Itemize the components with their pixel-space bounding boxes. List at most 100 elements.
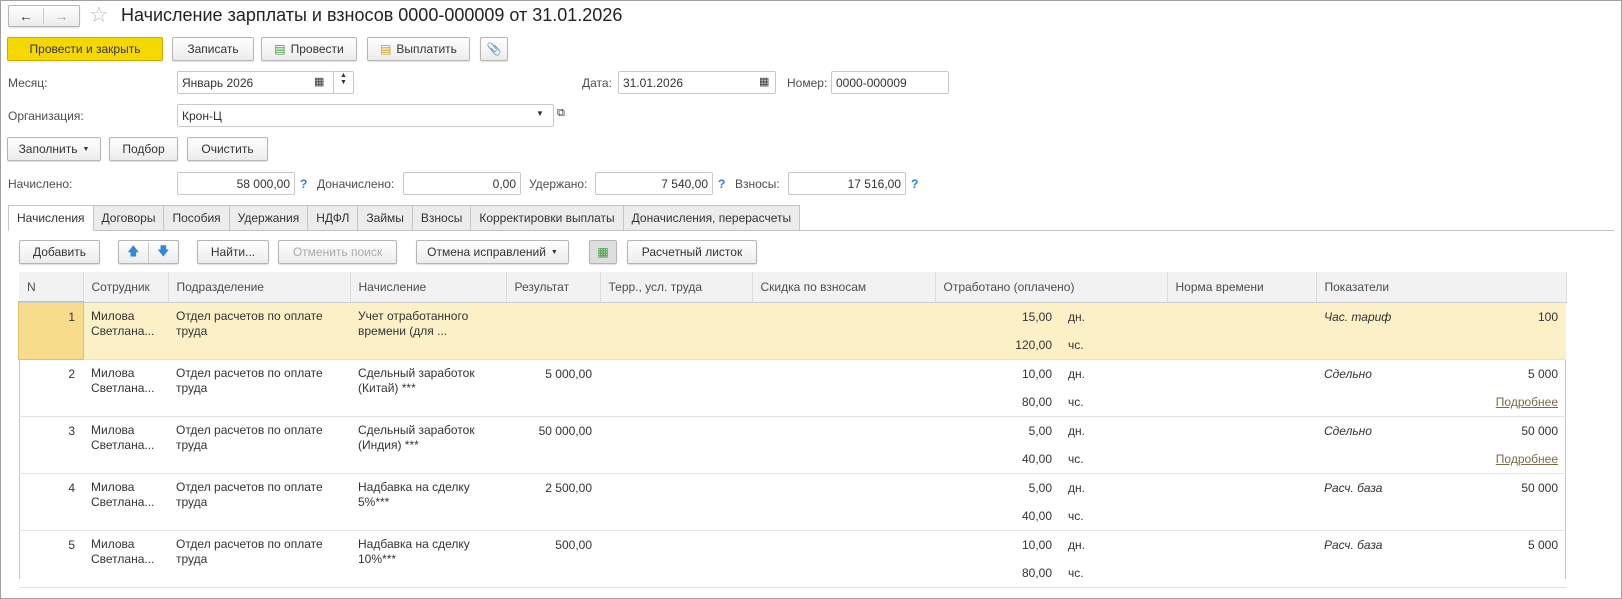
- table-row[interactable]: 1 Милова Светлана... Отдел расчетов по о…: [18, 301, 1567, 360]
- cell-accrual[interactable]: Учет отработанного времени (для ...: [350, 302, 506, 360]
- cell-employee[interactable]: Милова Светлана...: [83, 473, 168, 531]
- cell-accrual[interactable]: Надбавка на сделку 10%***: [350, 530, 506, 588]
- col-n[interactable]: N: [19, 272, 84, 303]
- cell-indicator[interactable]: Расч. база: [1316, 473, 1460, 531]
- cell-employee[interactable]: Милова Светлана...: [83, 530, 168, 588]
- table-row[interactable]: 4 Милова Светлана... Отдел расчетов по о…: [19, 473, 1567, 531]
- cell-discount[interactable]: [752, 416, 935, 474]
- cell-accrual[interactable]: Надбавка на сделку 5%***: [350, 473, 506, 531]
- tab-contributions[interactable]: Взносы: [412, 205, 472, 231]
- tab-payment-corrections[interactable]: Корректировки выплаты: [471, 205, 624, 231]
- more-link[interactable]: Подробнее: [1496, 395, 1558, 409]
- cell-department[interactable]: Отдел расчетов по оплате труда: [168, 473, 350, 531]
- col-employee[interactable]: Сотрудник: [83, 272, 169, 303]
- cell-indicator[interactable]: Сдельно: [1316, 359, 1460, 417]
- cell-result[interactable]: 50 000,00: [506, 416, 600, 474]
- up-icon[interactable]: ▲: [340, 72, 347, 79]
- payslip-button[interactable]: Расчетный листок: [627, 240, 757, 264]
- more-link[interactable]: Подробнее: [1496, 452, 1558, 466]
- col-norm[interactable]: Норма времени: [1167, 272, 1317, 303]
- cell-discount[interactable]: [752, 473, 935, 531]
- month-stepper[interactable]: ▲ ▼: [333, 71, 354, 94]
- cell-worked[interactable]: 5,00 40,00: [935, 473, 1060, 531]
- number-input[interactable]: 0000-000009: [831, 71, 949, 94]
- cell-indicator-value[interactable]: 100: [1460, 302, 1567, 360]
- cell-norm-unit[interactable]: [1250, 359, 1316, 417]
- cell-worked[interactable]: 15,00 120,00: [935, 302, 1060, 360]
- cell-territory[interactable]: [600, 473, 752, 531]
- cell-indicator[interactable]: Сдельно: [1316, 416, 1460, 474]
- cell-worked[interactable]: 10,00 80,00: [935, 530, 1060, 588]
- cell-indicator[interactable]: Час. тариф: [1316, 302, 1460, 360]
- fill-button[interactable]: Заполнить ▼: [7, 137, 101, 161]
- cell-territory[interactable]: [600, 302, 752, 360]
- table-row[interactable]: 5 Милова Светлана... Отдел расчетов по о…: [19, 530, 1567, 588]
- organization-input[interactable]: Крон-Ц: [177, 104, 554, 127]
- cell-norm[interactable]: [1167, 473, 1250, 531]
- cell-territory[interactable]: [600, 359, 752, 417]
- cell-result[interactable]: 2 500,00: [506, 473, 600, 531]
- cell-territory[interactable]: [600, 530, 752, 588]
- cell-norm[interactable]: [1167, 530, 1250, 588]
- tab-loans[interactable]: Займы: [358, 205, 413, 231]
- tab-benefits[interactable]: Пособия: [164, 205, 230, 231]
- col-discount[interactable]: Скидка по взносам: [752, 272, 936, 303]
- cancel-search-button[interactable]: Отменить поиск: [278, 240, 397, 264]
- cell-worked[interactable]: 10,00 80,00: [935, 359, 1060, 417]
- cell-discount[interactable]: [752, 302, 935, 360]
- cell-employee[interactable]: Милова Светлана...: [83, 359, 168, 417]
- back-arrow-icon[interactable]: ←: [9, 8, 45, 24]
- cell-department[interactable]: Отдел расчетов по оплате труда: [168, 302, 350, 360]
- calendar-icon[interactable]: ▦: [759, 75, 769, 88]
- col-department[interactable]: Подразделение: [168, 272, 351, 303]
- post-button[interactable]: ▤ Провести: [261, 37, 357, 61]
- cell-department[interactable]: Отдел расчетов по оплате труда: [168, 530, 350, 588]
- cell-norm[interactable]: [1167, 302, 1250, 360]
- cell-worked[interactable]: 5,00 40,00: [935, 416, 1060, 474]
- cell-discount[interactable]: [752, 530, 935, 588]
- pay-button[interactable]: ▤ Выплатить: [367, 37, 470, 61]
- col-accrual[interactable]: Начисление: [350, 272, 507, 303]
- cell-norm-unit[interactable]: [1250, 302, 1316, 360]
- cell-indicator-value[interactable]: 5 000: [1460, 530, 1567, 588]
- cell-indicator-value[interactable]: 5 000 Подробнее: [1460, 359, 1567, 417]
- cell-discount[interactable]: [752, 359, 935, 417]
- cell-indicator[interactable]: Расч. база: [1316, 530, 1460, 588]
- attach-button[interactable]: 📎: [480, 37, 508, 61]
- cell-n[interactable]: 4: [19, 473, 83, 531]
- cell-norm-unit[interactable]: [1250, 473, 1316, 531]
- date-input[interactable]: 31.01.2026: [618, 71, 776, 94]
- clear-button[interactable]: Очистить: [187, 137, 268, 161]
- down-icon[interactable]: ▼: [340, 79, 347, 86]
- col-indicators[interactable]: Показатели: [1316, 272, 1567, 303]
- cell-department[interactable]: Отдел расчетов по оплате труда: [168, 359, 350, 417]
- help-icon[interactable]: ?: [300, 177, 307, 191]
- cell-worked-unit[interactable]: дн. чс.: [1060, 359, 1167, 417]
- tab-accruals[interactable]: Начисления: [8, 205, 94, 231]
- arrow-down-icon[interactable]: 🡇: [149, 242, 178, 263]
- tab-recalculations[interactable]: Доначисления, перерасчеты: [623, 205, 801, 231]
- save-button[interactable]: Записать: [172, 37, 254, 61]
- cell-norm-unit[interactable]: [1250, 530, 1316, 588]
- favorite-star-icon[interactable]: ☆: [89, 2, 109, 28]
- cell-accrual[interactable]: Сдельный заработок (Китай) ***: [350, 359, 506, 417]
- help-icon[interactable]: ?: [911, 177, 918, 191]
- cell-department[interactable]: Отдел расчетов по оплате труда: [168, 416, 350, 474]
- month-input[interactable]: Январь 2026: [177, 71, 334, 94]
- cell-result[interactable]: [506, 302, 600, 360]
- cell-accrual[interactable]: Сдельный заработок (Индия) ***: [350, 416, 506, 474]
- col-result[interactable]: Результат: [506, 272, 601, 303]
- help-icon[interactable]: ?: [718, 177, 725, 191]
- tab-contracts[interactable]: Договоры: [93, 205, 165, 231]
- tab-deductions[interactable]: Удержания: [229, 205, 309, 231]
- cell-n[interactable]: 3: [19, 416, 83, 474]
- arrow-up-icon[interactable]: 🡅: [119, 241, 149, 263]
- cell-norm[interactable]: [1167, 416, 1250, 474]
- tab-ndfl[interactable]: НДФЛ: [308, 205, 359, 231]
- cell-n[interactable]: 2: [19, 359, 83, 417]
- dropdown-icon[interactable]: ▼: [536, 109, 544, 118]
- table-add-toggle[interactable]: ▦: [589, 240, 617, 264]
- undo-fixes-button[interactable]: Отмена исправлений ▼: [416, 240, 569, 264]
- col-worked[interactable]: Отработано (оплачено): [935, 272, 1168, 303]
- cell-indicator-value[interactable]: 50 000 Подробнее: [1460, 416, 1567, 474]
